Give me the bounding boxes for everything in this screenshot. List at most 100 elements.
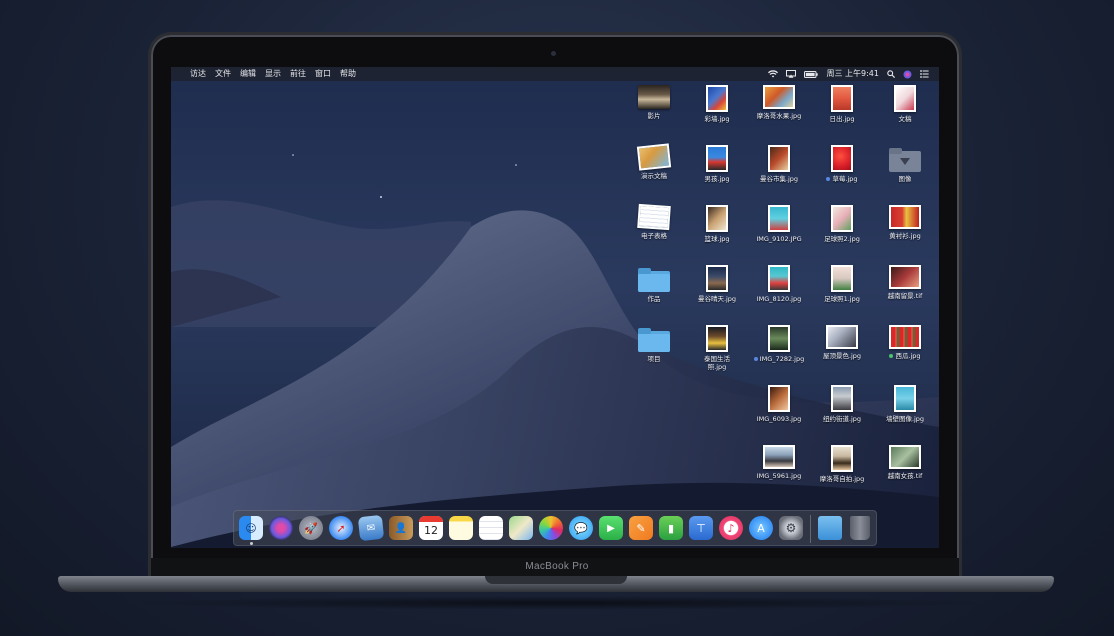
menu-help[interactable]: 帮助 (340, 67, 356, 81)
keynote-icon[interactable]: ⊤ (689, 516, 713, 540)
calendar-icon[interactable]: 12 (419, 516, 443, 540)
desktop-item[interactable]: 黄衬衫.jpg (873, 205, 937, 240)
photo-thumbnail (706, 205, 728, 232)
finder-icon[interactable]: ☺ (239, 516, 263, 540)
desktop-item[interactable]: 演示文稿 (622, 143, 686, 180)
tag-dot (753, 357, 758, 361)
tag-dot (889, 354, 894, 358)
desktop-item[interactable]: 曼谷晴天.jpg (685, 265, 749, 303)
photo-thumbnail (706, 325, 728, 352)
photo-thumbnail (831, 265, 853, 292)
mail-icon[interactable]: ✉ (357, 514, 385, 542)
menu-edit[interactable]: 编辑 (240, 67, 256, 81)
desktop-item[interactable]: 泰国生活照.jpg (685, 325, 749, 371)
notification-center-icon[interactable] (920, 70, 929, 78)
photo-thumbnail (768, 385, 790, 412)
photo-thumbnail (889, 325, 921, 349)
photo-thumbnail (706, 265, 728, 292)
photo-thumbnail (831, 205, 853, 232)
desktop-item[interactable]: 屋顶景色.jpg (810, 325, 874, 360)
system-preferences-icon[interactable]: ⚙ (779, 516, 803, 540)
desktop-item[interactable]: 越南留景.tif (873, 265, 937, 300)
movie-stack-icon (638, 85, 670, 109)
photo-thumbnail (768, 325, 790, 352)
pages-icon[interactable]: ✎ (629, 516, 653, 540)
maps-icon[interactable] (509, 516, 533, 540)
menu-clock[interactable]: 周三 上午9:41 (826, 67, 879, 81)
spotlight-icon[interactable] (887, 70, 895, 78)
desktop-item[interactable]: 墙壁图像.jpg (873, 385, 937, 423)
desktop-item[interactable]: 作品 (622, 265, 686, 303)
photo-thumbnail (831, 385, 853, 412)
spreadsheet-stack-icon (637, 203, 671, 231)
siri-icon[interactable] (269, 516, 293, 540)
launchpad-icon[interactable]: 🚀 (299, 516, 323, 540)
desktop-item[interactable]: 草莓.jpg (810, 145, 874, 183)
photo-thumbnail (826, 325, 858, 349)
safari-icon[interactable]: ➚ (329, 516, 353, 540)
facetime-icon[interactable]: ▶ (599, 516, 623, 540)
desktop-item[interactable]: 项目 (622, 325, 686, 363)
photos-icon[interactable] (539, 516, 563, 540)
photo-thumbnail (889, 205, 921, 229)
desktop-item[interactable]: 篮球.jpg (685, 205, 749, 243)
desktop-item[interactable]: IMG_8120.jpg (747, 265, 811, 303)
airplay-icon[interactable] (786, 70, 797, 78)
desktop-item[interactable]: 西瓜.jpg (873, 325, 937, 360)
photo-thumbnail (706, 145, 728, 172)
menu-finder[interactable]: 访达 (190, 67, 206, 81)
menu-bar: 访达 文件 编辑 显示 前往 窗口 帮助 周三 上午9:41 (171, 67, 939, 81)
desktop-item[interactable]: 摩洛哥水果.jpg (747, 85, 811, 120)
menu-window[interactable]: 窗口 (315, 67, 331, 81)
reminders-icon[interactable] (479, 516, 503, 540)
desktop-item[interactable]: IMG_9102.JPG (747, 205, 811, 243)
desktop-item[interactable]: 彩墙.jpg (685, 85, 749, 123)
contacts-icon[interactable]: 👤 (389, 516, 413, 540)
desktop-item[interactable]: 图像 (873, 145, 937, 183)
running-indicator (250, 542, 253, 545)
trash-icon[interactable] (850, 516, 870, 540)
desktop-item[interactable]: 足球照2.jpg (810, 205, 874, 243)
desktop-item[interactable]: 文稿 (873, 85, 937, 123)
photo-thumbnail (768, 265, 790, 292)
desktop-item[interactable]: 足球照1.jpg (810, 265, 874, 303)
camera (551, 51, 556, 56)
desktop-item[interactable]: IMG_7282.jpg (747, 325, 811, 363)
desktop-item[interactable]: 纽约街道.jpg (810, 385, 874, 423)
photo-thumbnail (831, 145, 853, 172)
laptop-notch (485, 576, 627, 584)
tag-dot (826, 177, 831, 181)
desktop-item[interactable]: 电子表格 (622, 203, 686, 240)
device-brand-label: MacBook Pro (525, 561, 589, 572)
folder-icon (638, 268, 670, 292)
images-stack-icon (889, 148, 921, 172)
photo-thumbnail (763, 85, 795, 109)
desktop-item[interactable]: 男孩.jpg (685, 145, 749, 183)
folder-icon (638, 328, 670, 352)
desktop-item[interactable]: IMG_6093.jpg (747, 385, 811, 423)
messages-icon[interactable]: 💬 (569, 516, 593, 540)
desktop-item[interactable]: IMG_5961.jpg (747, 445, 811, 480)
photo-thumbnail (831, 85, 853, 112)
menu-file[interactable]: 文件 (215, 67, 231, 81)
desktop-item[interactable]: 摩洛哥自拍.jpg (810, 445, 874, 483)
menu-view[interactable]: 显示 (265, 67, 281, 81)
dock: ☺ 🚀 ➚ ✉ 👤 12 💬 ▶ ✎ ▮ ⊤ ♪ A ⚙ (233, 510, 877, 546)
wifi-icon[interactable] (768, 70, 779, 78)
downloads-folder-icon[interactable] (818, 516, 842, 540)
desktop-item[interactable]: 影片 (622, 85, 686, 120)
documents-stack-icon (894, 85, 916, 112)
numbers-icon[interactable]: ▮ (659, 516, 683, 540)
desktop-item[interactable]: 日出.jpg (810, 85, 874, 123)
desktop-item[interactable]: 曼谷市集.jpg (747, 145, 811, 183)
siri-icon[interactable] (903, 70, 912, 79)
laptop-shadow (120, 596, 1000, 610)
battery-icon[interactable] (804, 70, 819, 78)
dock-separator (810, 515, 811, 543)
menu-go[interactable]: 前往 (290, 67, 306, 81)
notes-icon[interactable] (449, 516, 473, 540)
app-store-icon[interactable]: A (749, 516, 773, 540)
desktop-item[interactable]: 越南女孩.tif (873, 445, 937, 480)
itunes-icon[interactable]: ♪ (719, 516, 743, 540)
photo-thumbnail (831, 445, 853, 472)
